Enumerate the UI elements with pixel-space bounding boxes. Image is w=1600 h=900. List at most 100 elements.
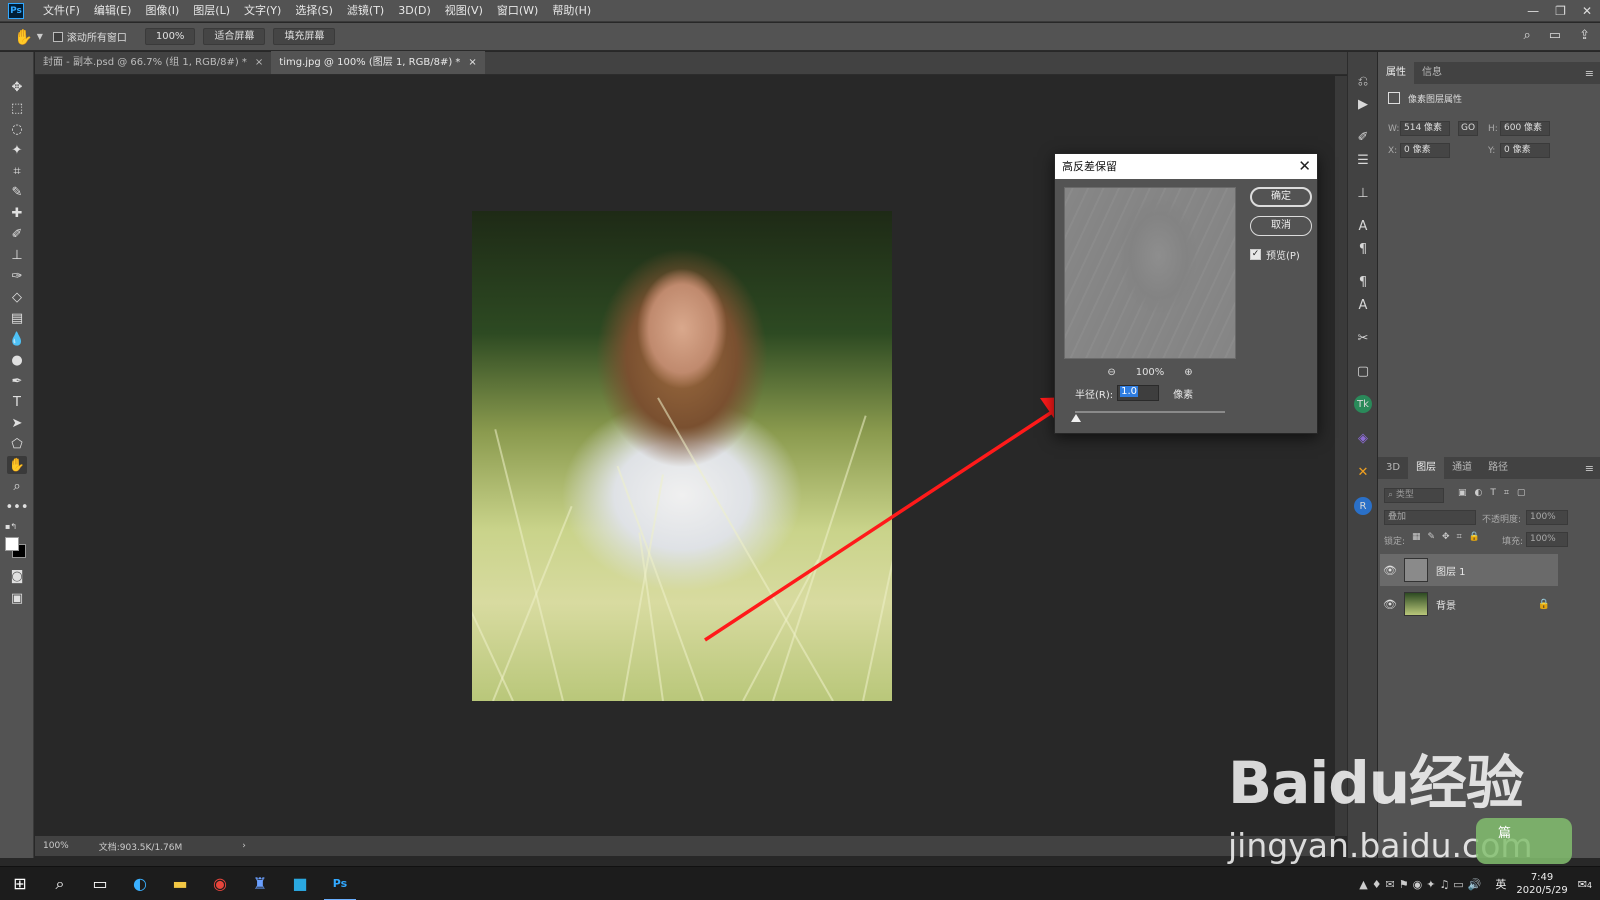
cancel-button[interactable]: 取消 — [1250, 216, 1312, 236]
search-icon[interactable]: ⌕ — [40, 867, 80, 900]
task-view-icon[interactable]: ▭ — [80, 867, 120, 900]
layer-row-background[interactable]: 👁 背景 🔒 — [1380, 588, 1558, 620]
preview-checkbox[interactable]: ✓ 预览(P) — [1250, 247, 1300, 262]
ime-indicator[interactable]: 英 — [1495, 876, 1506, 892]
height-field[interactable]: 600 像素 — [1500, 121, 1550, 136]
windows-start-icon[interactable]: ⊞ — [0, 867, 40, 900]
watermark-badge: 篇 — [1476, 818, 1572, 864]
layers-panel-tabs: 3D 图层 通道 路径 ≡ — [1378, 457, 1600, 479]
eye-icon[interactable]: 👁 — [1380, 564, 1400, 577]
panel-menu-icon[interactable]: ≡ — [1585, 462, 1594, 475]
paragraph-icon[interactable]: ¶ — [1354, 240, 1372, 258]
radius-label: 半径(R): — [1075, 389, 1114, 401]
tab-3d[interactable]: 3D — [1378, 457, 1408, 479]
lock-label: 锁定: — [1384, 537, 1406, 547]
radius-control: 半径(R): 1.0 像素 — [1075, 385, 1193, 401]
properties-panel-tabs: 属性 信息 ≡ — [1378, 62, 1600, 84]
tab-properties[interactable]: 属性 — [1378, 62, 1414, 84]
clock[interactable]: 7:49 2020/5/29 — [1516, 871, 1567, 897]
libraries-icon[interactable]: ▢ — [1354, 362, 1372, 380]
browser-icon[interactable]: ◐ — [120, 867, 160, 900]
lock-icons[interactable]: ▦✎✥⌗🔒 — [1412, 532, 1487, 542]
width-label: W: — [1388, 124, 1400, 134]
dialog-title-bar[interactable]: 高反差保留 ✕ — [1055, 154, 1317, 179]
close-icon[interactable]: ✕ — [1298, 154, 1311, 178]
layer-name: 背景 — [1436, 600, 1456, 612]
fill-label: 填充: — [1502, 537, 1524, 547]
height-label: H: — [1488, 124, 1498, 134]
clone-source-icon[interactable]: ⊥ — [1354, 184, 1372, 202]
radius-value: 1.0 — [1120, 386, 1139, 397]
adjustments-icon[interactable]: ☰ — [1354, 151, 1372, 169]
high-pass-dialog: 高反差保留 ✕ 确定 取消 ✓ 预览(P) ⊖ 100% ⊕ 半径(R): 1.… — [1054, 153, 1318, 434]
preview-zoom-level: 100% — [1135, 366, 1165, 378]
chrome-icon[interactable]: ◉ — [200, 867, 240, 900]
chevron-right-icon[interactable]: › — [242, 841, 246, 851]
pixel-layer-icon — [1388, 92, 1400, 104]
zoom-out-icon[interactable]: ⊖ — [1107, 367, 1115, 378]
paragraph-styles-icon[interactable]: ¶ — [1354, 273, 1372, 291]
width-field[interactable]: 514 像素 — [1400, 121, 1450, 136]
layer-thumbnail — [1404, 558, 1428, 582]
app-blue-icon[interactable]: ■ — [280, 867, 320, 900]
clock-date: 2020/5/29 — [1516, 885, 1568, 896]
brush-settings-icon[interactable]: ✐ — [1354, 128, 1372, 146]
status-bar: 100% 文档:903.5K/1.76M › — [35, 836, 1335, 856]
blend-mode-select[interactable]: 叠加 — [1384, 510, 1476, 525]
tools-icon[interactable]: ✂ — [1354, 329, 1372, 347]
preview-zoom-controls: ⊖ 100% ⊕ — [1064, 364, 1236, 380]
opacity-field[interactable]: 100% — [1526, 510, 1568, 525]
fill-field[interactable]: 100% — [1526, 532, 1568, 547]
app-icon[interactable]: ♜ — [240, 867, 280, 900]
dialog-title: 高反差保留 — [1062, 160, 1117, 173]
filter-preview[interactable] — [1064, 187, 1236, 359]
windows-taskbar: ⊞ ⌕ ▭ ◐ ▬ ◉ ♜ ■ Ps ▲♦✉⚑◉✦♫▭🔊 英 7:49 2020… — [0, 866, 1600, 900]
radius-slider-thumb[interactable] — [1071, 414, 1081, 422]
plugin-eraser-icon[interactable]: ◈ — [1354, 429, 1372, 447]
x-label: X: — [1388, 146, 1398, 156]
layer-row-layer1[interactable]: 👁 图层 1 — [1380, 554, 1558, 586]
vertical-scrollbar[interactable] — [1335, 76, 1347, 836]
plugin-r-icon[interactable]: R — [1354, 497, 1372, 515]
filter-placeholder: 类型 — [1395, 490, 1414, 500]
notification-count: 4 — [1586, 880, 1592, 890]
filter-icons[interactable]: ▣◐T⌗▢ — [1458, 488, 1533, 498]
x-field[interactable]: 0 像素 — [1400, 143, 1450, 158]
status-zoom[interactable]: 100% — [43, 841, 69, 851]
file-explorer-icon[interactable]: ▬ — [160, 867, 200, 900]
layer-thumbnail — [1404, 592, 1428, 616]
y-field[interactable]: 0 像素 — [1500, 143, 1550, 158]
layer-name: 图层 1 — [1436, 566, 1466, 578]
plugin-scissors-icon[interactable]: ✕ — [1354, 463, 1372, 481]
photoshop-taskbar-icon[interactable]: Ps — [320, 867, 360, 900]
radius-input[interactable]: 1.0 — [1117, 385, 1160, 401]
foreground-color-swatch[interactable] — [5, 537, 19, 551]
properties-title: 像素图层属性 — [1408, 95, 1463, 105]
status-doc-size: 文档:903.5K/1.76M — [98, 842, 183, 853]
panel-menu-icon[interactable]: ≡ — [1585, 67, 1594, 80]
character-icon[interactable]: A — [1354, 217, 1372, 235]
ok-button[interactable]: 确定 — [1250, 187, 1312, 207]
tab-paths[interactable]: 路径 — [1480, 457, 1516, 479]
notification-icon[interactable]: ✉4 — [1578, 878, 1592, 891]
eye-icon[interactable]: 👁 — [1380, 598, 1400, 611]
radius-unit: 像素 — [1173, 389, 1194, 401]
radius-slider-track[interactable] — [1075, 411, 1225, 413]
y-label: Y: — [1488, 146, 1496, 156]
zoom-in-icon[interactable]: ⊕ — [1184, 367, 1192, 378]
tab-layers[interactable]: 图层 — [1408, 457, 1445, 479]
preview-label: 预览(P) — [1266, 251, 1300, 262]
history-icon[interactable]: ⎌ — [1354, 72, 1372, 90]
layer-filter-search[interactable]: ⌕ 类型 — [1384, 488, 1444, 503]
actions-play-icon[interactable]: ▶ — [1354, 95, 1372, 113]
tab-info[interactable]: 信息 — [1414, 62, 1450, 84]
plugin-tk-icon[interactable]: Tk — [1354, 395, 1372, 413]
opacity-label: 不透明度: — [1482, 515, 1522, 525]
lock-icon: 🔒 — [1537, 598, 1550, 610]
system-tray: ▲♦✉⚑◉✦♫▭🔊 英 7:49 2020/5/29 ✉4 — [1359, 867, 1592, 900]
clock-time: 7:49 — [1530, 872, 1554, 883]
tray-icons[interactable]: ▲♦✉⚑◉✦♫▭🔊 — [1359, 878, 1485, 891]
link-dimensions-button[interactable]: GO — [1458, 121, 1478, 136]
character-styles-icon[interactable]: A — [1354, 296, 1372, 314]
tab-channels[interactable]: 通道 — [1444, 457, 1480, 479]
